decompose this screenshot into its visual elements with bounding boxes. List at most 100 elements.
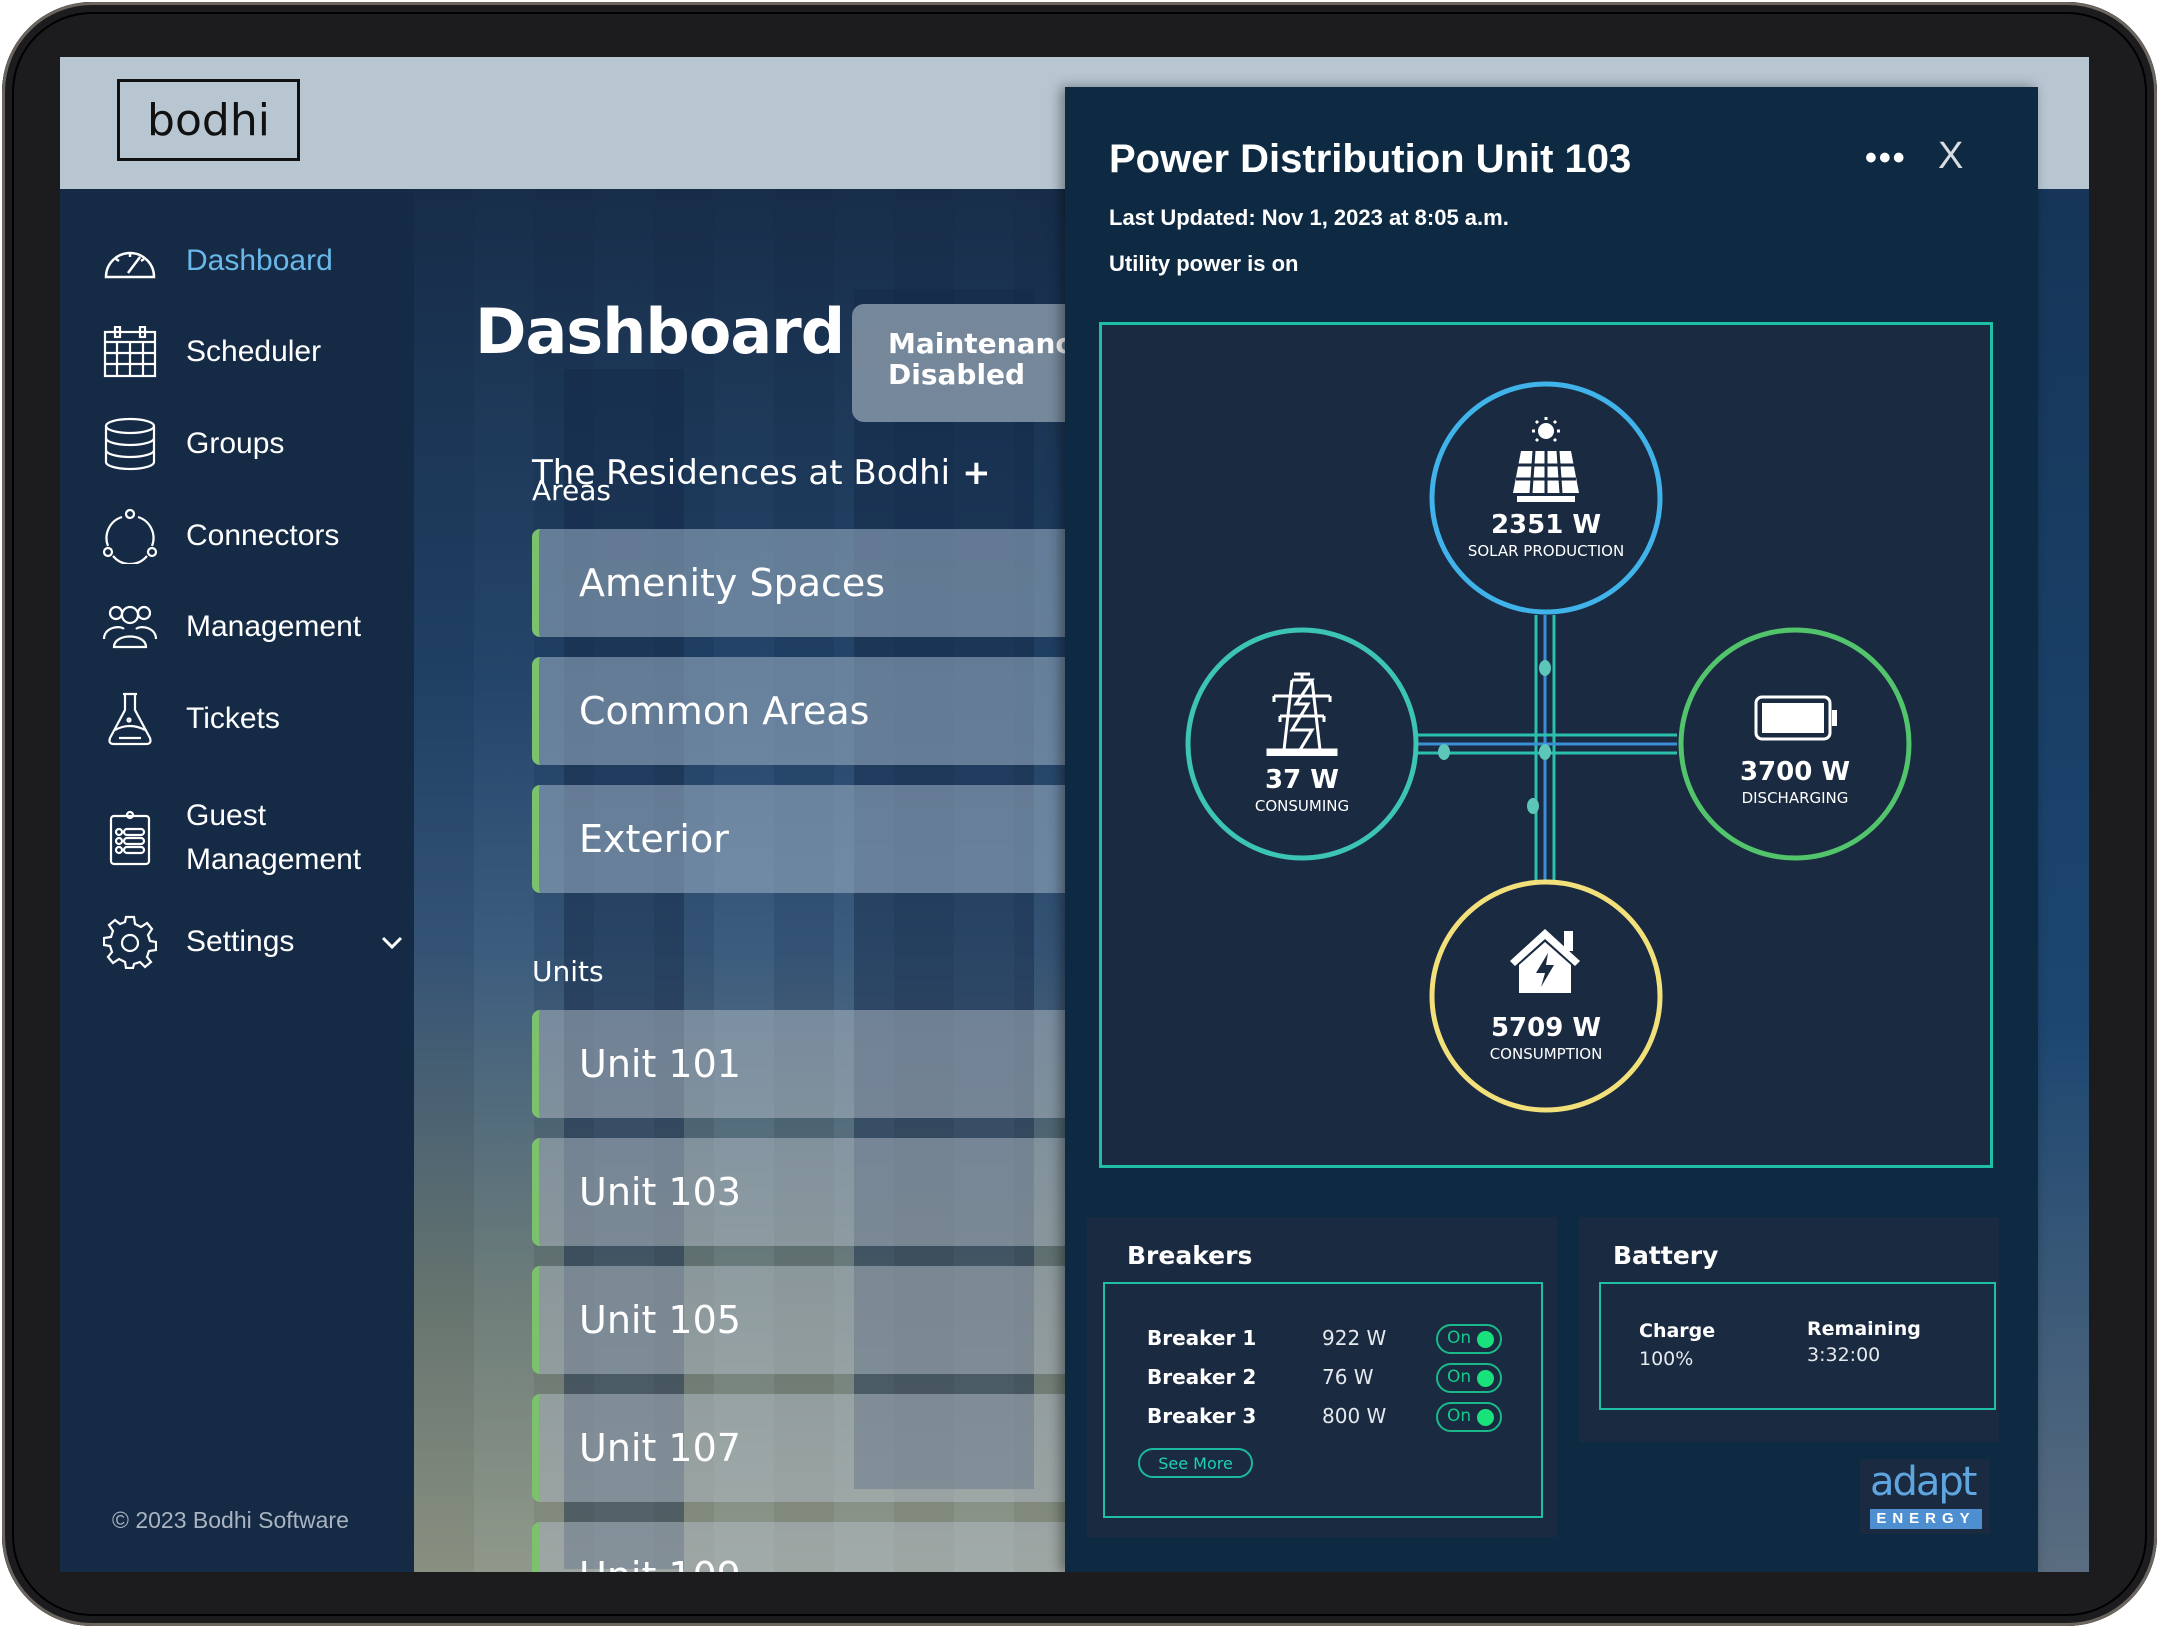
- breakers-title: Breakers: [1127, 1241, 1253, 1270]
- toggle-knob: [1477, 1370, 1494, 1387]
- flow-dot: [1438, 744, 1450, 760]
- home-node: 5709 W CONSUMPTION: [1436, 1013, 1656, 1063]
- area-card-label: Exterior: [579, 817, 729, 861]
- breaker-name: Breaker 3: [1147, 1404, 1257, 1428]
- tablet-frame: bodhi Dashboard Scheduler Groups Connect…: [2, 2, 2157, 1626]
- speedometer-icon: [102, 233, 158, 289]
- unit-card[interactable]: Unit 1092: [532, 1522, 1152, 1572]
- breaker-watts: 76 W: [1322, 1365, 1374, 1389]
- flow-dot: [1539, 744, 1551, 760]
- battery-stats: Charge 100% Remaining 3:32:00: [1599, 1282, 1996, 1410]
- breaker-name: Breaker 1: [1147, 1326, 1257, 1350]
- gear-icon: [102, 914, 158, 970]
- areas-heading: Areas: [532, 474, 612, 507]
- area-card-label: Common Areas: [579, 689, 870, 733]
- connectors-icon: [102, 508, 158, 564]
- screen: bodhi Dashboard Scheduler Groups Connect…: [60, 57, 2089, 1572]
- battery-caption: DISCHARGING: [1741, 789, 1849, 807]
- grid-value: 37 W: [1265, 765, 1339, 795]
- close-icon[interactable]: X: [1938, 135, 1963, 178]
- sidebar-item-dashboard[interactable]: Dashboard: [102, 233, 333, 289]
- charge-value: 100%: [1639, 1348, 1694, 1370]
- unit-card[interactable]: Unit 103: [532, 1138, 1152, 1246]
- breaker-toggle[interactable]: On: [1436, 1402, 1502, 1432]
- unit-card-label: Unit 109: [579, 1554, 741, 1572]
- battery-card: Battery Charge 100% Remaining 3:32:00: [1579, 1217, 1999, 1442]
- sidebar-item-groups[interactable]: Groups: [102, 416, 284, 472]
- solar-value: 2351 W: [1490, 510, 1602, 540]
- bodhi-logo[interactable]: bodhi: [117, 79, 300, 161]
- sidebar-item-scheduler[interactable]: Scheduler: [102, 324, 321, 380]
- area-card[interactable]: Amenity Spaces: [532, 529, 1152, 637]
- see-more-button[interactable]: See More: [1138, 1448, 1253, 1478]
- sidebar-item-management[interactable]: Management: [102, 599, 361, 655]
- area-card[interactable]: Common Areas: [532, 657, 1152, 765]
- brand-wordmark: adapt: [1870, 1459, 1977, 1505]
- home-node-ring[interactable]: [1429, 879, 1663, 1113]
- sidebar-item-connectors[interactable]: Connectors: [102, 508, 339, 564]
- flask-icon: [102, 691, 158, 747]
- charge-label: Charge: [1639, 1320, 1716, 1342]
- sidebar-item-label: Groups: [186, 427, 285, 460]
- area-card-label: Amenity Spaces: [579, 561, 886, 605]
- unit-card-label: Unit 101: [579, 1042, 741, 1086]
- add-property-icon[interactable]: +: [962, 453, 991, 493]
- sidebar-item-label: Connectors: [186, 519, 340, 552]
- breaker-watts: 922 W: [1322, 1326, 1387, 1350]
- unit-card-label: Unit 103: [579, 1170, 741, 1214]
- breaker-name: Breaker 2: [1147, 1365, 1257, 1389]
- sidebar-item-label: Tickets: [186, 702, 280, 735]
- chevron-down-icon[interactable]: [380, 925, 404, 959]
- sidebar-item-settings[interactable]: Settings: [102, 914, 404, 970]
- remaining-value: 3:32:00: [1807, 1344, 1881, 1366]
- page-title: Dashboard: [475, 295, 845, 368]
- toggle-label: On: [1447, 1367, 1472, 1387]
- calendar-icon: [102, 324, 158, 380]
- sidebar-item-guest-management[interactable]: Guest Management: [102, 794, 361, 882]
- unit-card[interactable]: Unit 101: [532, 1010, 1152, 1118]
- toggle-label: On: [1447, 1406, 1472, 1426]
- unit-card[interactable]: Unit 105: [532, 1266, 1152, 1374]
- background-photo-edge: [2038, 189, 2089, 1572]
- utility-status-text: Utility power is on: [1109, 251, 1299, 276]
- breaker-toggle[interactable]: On: [1436, 1324, 1502, 1354]
- remaining-label: Remaining: [1807, 1318, 1921, 1340]
- more-options-icon[interactable]: •••: [1865, 139, 1907, 178]
- database-icon: [102, 416, 158, 472]
- breaker-watts: 800 W: [1322, 1404, 1387, 1428]
- toggle-knob: [1477, 1331, 1494, 1348]
- sidebar-item-label: Guest Management: [186, 794, 361, 882]
- home-value: 5709 W: [1490, 1013, 1602, 1043]
- last-updated-text: Last Updated: Nov 1, 2023 at 8:05 a.m.: [1109, 205, 1509, 230]
- flow-dot: [1539, 660, 1551, 676]
- sidebar-item-tickets[interactable]: Tickets: [102, 691, 280, 747]
- home-caption: CONSUMPTION: [1489, 1045, 1603, 1063]
- toggle-label: On: [1447, 1328, 1472, 1348]
- pdu-detail-panel: Power Distribution Unit 103 ••• X Last U…: [1065, 87, 2038, 1572]
- clipboard-icon: [102, 810, 158, 866]
- sidebar-item-label-line2: Management: [186, 843, 362, 876]
- unit-card-label: Unit 105: [579, 1298, 741, 1342]
- solar-node: 2351 W SOLAR PRODUCTION: [1436, 510, 1656, 560]
- battery-title: Battery: [1613, 1241, 1719, 1270]
- copyright-text: © 2023 Bodhi Software: [112, 1507, 349, 1533]
- grid-caption: CONSUMING: [1254, 797, 1350, 815]
- area-card[interactable]: Exterior: [532, 785, 1152, 893]
- unit-card[interactable]: Unit 107: [532, 1394, 1152, 1502]
- battery-node: 3700 W DISCHARGING: [1685, 757, 1905, 807]
- grid-node: 37 W CONSUMING: [1192, 765, 1412, 815]
- brand-subtitle: ENERGY: [1870, 1509, 1982, 1529]
- people-icon: [102, 599, 158, 655]
- panel-title: Power Distribution Unit 103: [1109, 137, 1632, 181]
- solar-caption: SOLAR PRODUCTION: [1467, 542, 1625, 560]
- sidebar-item-label: Scheduler: [186, 335, 322, 368]
- breakers-list: Breaker 1 922 W On Breaker 2 76 W On Bre…: [1103, 1282, 1543, 1518]
- sidebar-item-label-line1: Guest: [186, 799, 267, 832]
- battery-node-ring[interactable]: [1678, 627, 1912, 861]
- breaker-toggle[interactable]: On: [1436, 1363, 1502, 1393]
- units-heading: Units: [532, 955, 604, 988]
- unit-card-label: Unit 107: [579, 1426, 741, 1470]
- sidebar-item-label: Dashboard: [186, 244, 333, 277]
- sidebar-item-label: Management: [186, 610, 362, 643]
- toggle-knob: [1477, 1409, 1494, 1426]
